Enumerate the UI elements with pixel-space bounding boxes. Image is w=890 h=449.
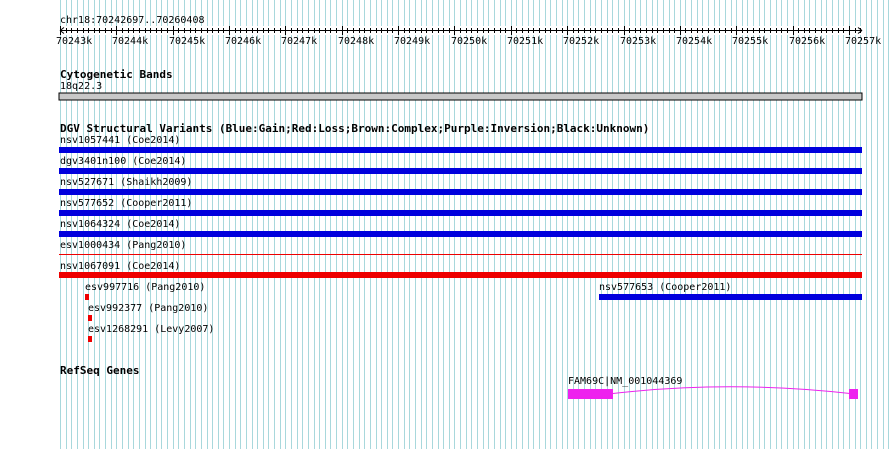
- gene-intron: [612, 386, 851, 394]
- dgv-variant-bar[interactable]: [88, 315, 92, 321]
- dgv-variant-bar[interactable]: [59, 272, 862, 278]
- gene-exon[interactable]: [568, 389, 613, 399]
- dgv-variant-bar[interactable]: [85, 294, 89, 300]
- cytoband-bar[interactable]: [58, 92, 863, 101]
- dgv-variant-bar[interactable]: [59, 147, 862, 153]
- dgv-variant-bar[interactable]: [59, 254, 862, 255]
- track-glyphs: [58, 26, 863, 399]
- genome-browser-view: chr18:70242697..70260408 70243k 70244k 702…: [0, 0, 890, 449]
- dgv-variant-bar[interactable]: [59, 189, 862, 195]
- dgv-variant-bar[interactable]: [59, 210, 862, 216]
- dgv-variant-bar[interactable]: [59, 168, 862, 174]
- gene-exon[interactable]: [849, 389, 858, 399]
- dgv-variant-bar[interactable]: [599, 294, 862, 300]
- dgv-variant-bar[interactable]: [59, 231, 862, 237]
- dgv-variant-bar[interactable]: [88, 336, 92, 342]
